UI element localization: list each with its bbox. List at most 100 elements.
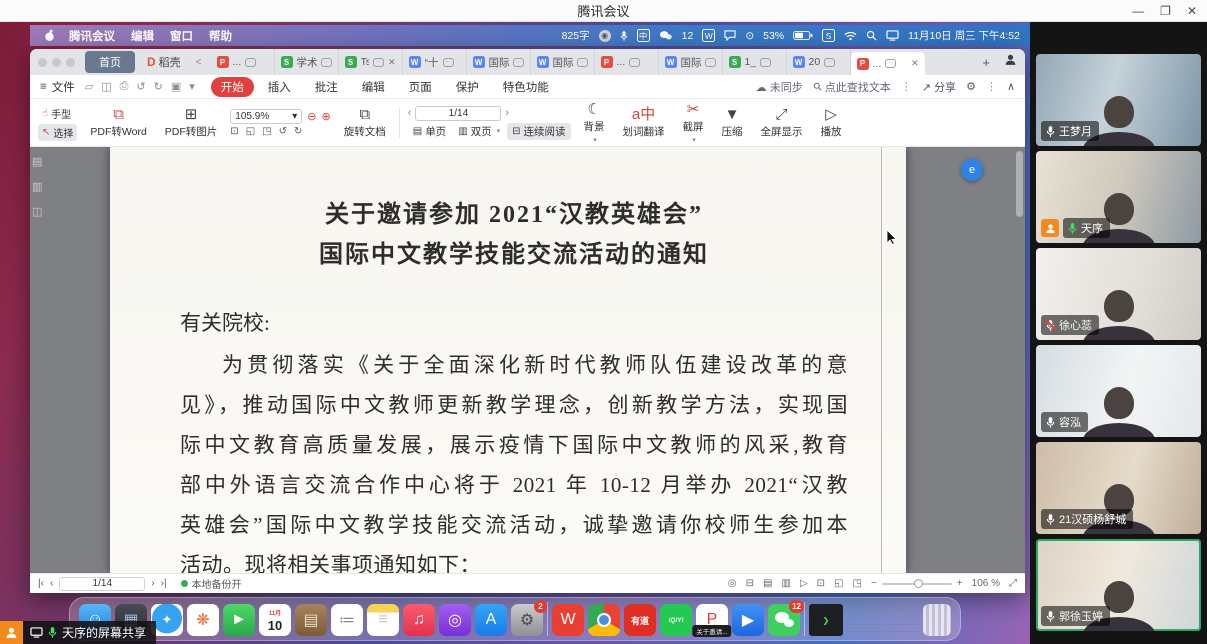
hand-tool-button[interactable]: ☝手型 [38, 105, 77, 122]
fit-page-icon[interactable]: ◳ [262, 126, 271, 137]
close-button[interactable]: ✕ [1187, 4, 1197, 18]
pdf-page[interactable]: 关于邀请参加 2021“汉教英雄会” 国际中文教学技能交流活动的通知 有关院校:… [110, 147, 906, 573]
next-page-icon[interactable]: › [505, 107, 509, 119]
ribbon-tab[interactable]: 批注 [305, 77, 348, 97]
actual-size-icon[interactable]: ⊡ [817, 578, 825, 589]
dock-icon[interactable]: ≡ [367, 604, 399, 636]
backup-status[interactable]: 本地备份开 [181, 576, 242, 591]
mac-menu-item[interactable]: 编辑 [131, 28, 154, 44]
fit-page-icon[interactable]: ◳ [853, 578, 862, 589]
file-menu[interactable]: ≡ 文件 [40, 79, 75, 95]
new-tab-button[interactable]: + [974, 55, 998, 70]
ribbon-tab[interactable]: 插入 [258, 77, 301, 97]
zoom-level-select[interactable]: 105.9%▾ [230, 109, 302, 124]
last-page-icon[interactable]: ›| [161, 578, 167, 589]
zoom-slider[interactable]: − + [871, 578, 963, 589]
zoom-minus-icon[interactable]: − [871, 578, 877, 589]
prev-page-icon[interactable]: ‹ [408, 107, 412, 119]
ribbon-tab[interactable]: 保护 [446, 77, 489, 97]
vertical-scrollbar[interactable] [1016, 151, 1023, 217]
dock-icon[interactable]: ⚙ 2 [511, 604, 543, 636]
dock-icon[interactable]: ♫ [403, 604, 435, 636]
bookmark-panel-icon[interactable]: ◫ [32, 205, 42, 218]
dock-icon[interactable] [804, 602, 805, 636]
sogou-input-badge[interactable]: S [822, 29, 835, 42]
dock-icon[interactable]: ❯ [809, 604, 843, 636]
dock-icon[interactable]: ▤ [295, 604, 327, 636]
participant-video-tile[interactable]: 容泓 [1036, 345, 1201, 437]
participant-video-tile[interactable]: 郭徐玉婷 [1036, 539, 1201, 631]
quick-access-dropdown-icon[interactable]: ▾ [189, 80, 195, 93]
wps-status-badge[interactable]: W [702, 29, 715, 42]
more-menu-icon[interactable]: ⋮ [986, 80, 997, 93]
paste-icon[interactable]: ▣ [171, 80, 181, 93]
dock-icon[interactable]: 有道 [624, 604, 656, 636]
participant-video-tile[interactable]: 徐心蕊 [1036, 248, 1201, 340]
single-page-button[interactable]: ▤单页 [408, 123, 451, 140]
minimize-button[interactable]: — [1132, 4, 1144, 18]
save-icon[interactable]: ◫ [101, 80, 111, 93]
mac-menu-item[interactable]: 帮助 [209, 28, 232, 44]
dock-icon[interactable]: A [475, 604, 507, 636]
chat-bubble-status-icon[interactable] [724, 30, 736, 41]
account-avatar[interactable] [1004, 53, 1017, 71]
first-page-icon[interactable]: |‹ [38, 578, 44, 589]
document-tab[interactable]: W 国际 [531, 49, 595, 75]
single-view-icon[interactable]: ▤ [763, 578, 772, 589]
floating-widget-button[interactable]: e [961, 159, 983, 181]
select-tool-button[interactable]: ↖选择 [38, 124, 77, 141]
ribbon-tab[interactable]: 编辑 [352, 77, 395, 97]
record-status-icon[interactable]: ⊙ [745, 30, 754, 42]
document-tab[interactable]: S 学术 [275, 49, 339, 75]
status-zoom-percent[interactable]: 106 % [972, 578, 1000, 589]
zoom-out-icon[interactable]: ⊖ [307, 110, 316, 123]
outline-panel-icon[interactable]: ▥ [32, 180, 42, 193]
zoom-plus-icon[interactable]: + [957, 578, 963, 589]
tab-close-icon[interactable]: ✕ [911, 58, 919, 69]
fit-width-icon[interactable]: ◱ [246, 126, 255, 137]
wechat-status-icon[interactable] [659, 30, 673, 41]
participant-video-tile[interactable]: 天序 [1036, 151, 1201, 243]
rotate-left-icon[interactable]: ↺ [279, 126, 287, 137]
dock-icon[interactable] [847, 604, 881, 636]
collapse-ribbon-icon[interactable]: ∧ [1007, 80, 1015, 93]
document-tab[interactable]: P ... [211, 49, 275, 75]
compress-button[interactable]: ▼ 压缩 [717, 105, 748, 141]
dock-icon[interactable] [588, 604, 620, 636]
more-options-icon[interactable]: ⋮ [901, 80, 912, 93]
dock-icon[interactable]: ◎ [439, 604, 471, 636]
home-tab[interactable]: 首页 [85, 51, 135, 73]
dock-icon[interactable]: ▶ [732, 604, 764, 636]
double-page-button[interactable]: ▥双页 [453, 123, 505, 140]
menubar-datetime[interactable]: 11月10日 周三 下午4:52 [908, 28, 1020, 43]
document-tab[interactable]: P ... [595, 49, 659, 75]
traffic-lights[interactable] [38, 58, 75, 67]
pdf-to-word-button[interactable]: ⧉ PDF转Word [85, 105, 151, 141]
undo-icon[interactable]: ↺ [136, 80, 145, 93]
apple-logo-icon[interactable] [44, 29, 55, 42]
document-tab[interactable]: W “十 [403, 49, 467, 75]
dock-icon[interactable]: iQIYI [660, 604, 692, 636]
pdf-to-image-button[interactable]: ⊞ PDF转图片 [160, 105, 223, 141]
find-text-button[interactable]: 点此查找文本 [813, 79, 891, 95]
document-tab[interactable]: P ... ✕ [851, 52, 925, 75]
continuous-read-button[interactable]: ⊟连续阅读 [507, 123, 570, 140]
fullscreen-button[interactable]: ⤢ 全屏显示 [756, 105, 808, 141]
document-tab[interactable]: S 1_ [723, 49, 787, 75]
ribbon-tab[interactable]: 页面 [399, 77, 442, 97]
dock-icon[interactable]: ≔ [331, 604, 363, 636]
tab-close-icon[interactable]: ✕ [388, 57, 396, 68]
play-view-icon[interactable]: ▷ [800, 578, 808, 589]
next-page-icon[interactable]: › [151, 578, 154, 589]
double-view-icon[interactable]: ▥ [782, 578, 791, 589]
mac-menu-item[interactable]: 窗口 [170, 28, 193, 44]
tab-scroll-left[interactable]: < [193, 57, 205, 68]
dock-icon[interactable]: 11月 10 [259, 604, 291, 636]
play-button[interactable]: ▷ 播放 [816, 105, 847, 141]
fit-width-icon[interactable]: ◱ [834, 578, 843, 589]
open-icon[interactable]: ▱ [85, 80, 93, 93]
ribbon-tab[interactable]: 特色功能 [493, 77, 559, 97]
dock-icon[interactable]: W [552, 604, 584, 636]
sync-status[interactable]: ☁ 未同步 [756, 79, 803, 95]
status-page-box[interactable]: 1/14 [59, 577, 145, 591]
